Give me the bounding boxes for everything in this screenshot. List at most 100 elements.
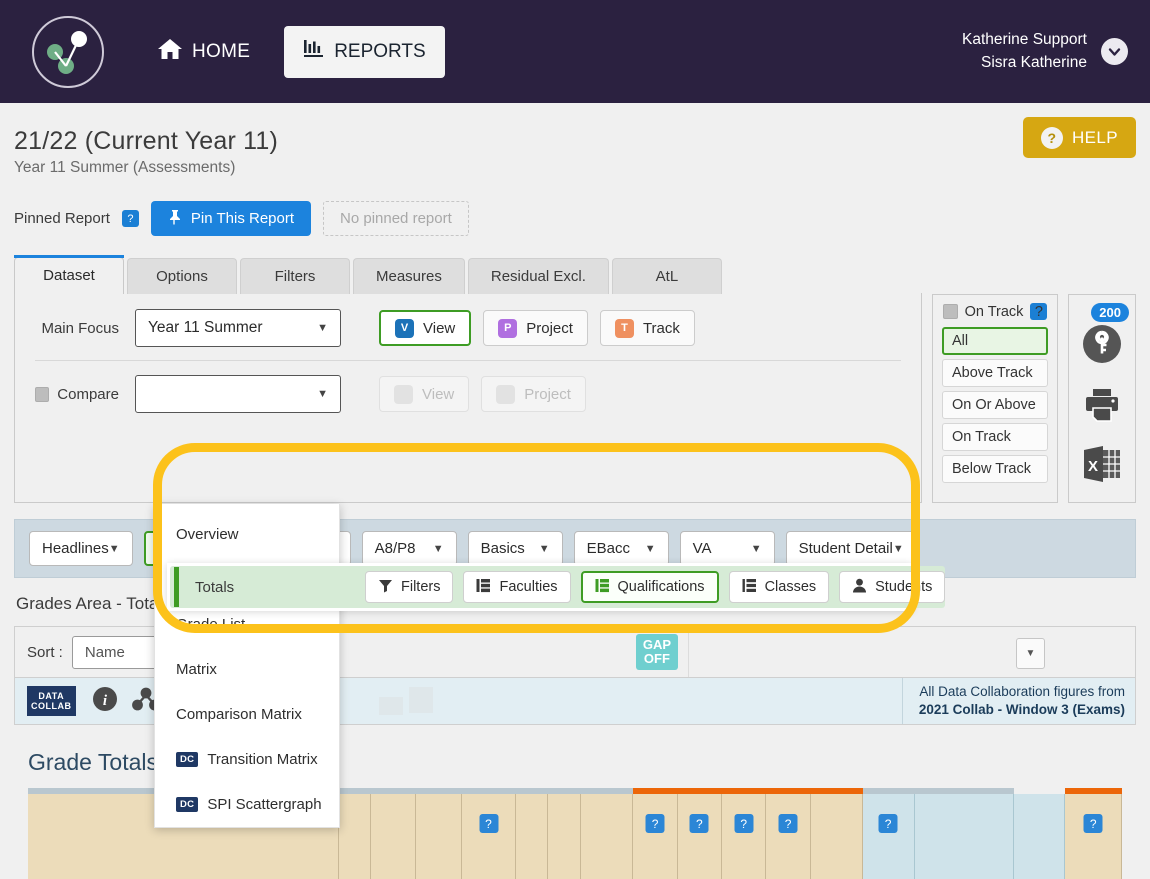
svg-text:X: X xyxy=(1088,458,1098,475)
dropdown-headlines[interactable]: Headlines ▼ xyxy=(29,531,133,566)
compare-select[interactable]: ▼ xyxy=(135,375,341,413)
pinned-help-icon[interactable]: ? xyxy=(121,210,139,227)
compare-label-wrap: Compare xyxy=(35,386,119,403)
on-track-option-all[interactable]: All xyxy=(942,327,1048,355)
tab-residual-excl[interactable]: Residual Excl. xyxy=(467,258,609,294)
sort-direction-button[interactable]: ▼ xyxy=(1016,638,1045,669)
menu-item-comparison-matrix[interactable]: Comparison Matrix xyxy=(155,692,339,737)
menu-item-label: Transition Matrix xyxy=(207,751,318,768)
table-column-header[interactable]: Points xyxy=(416,794,462,879)
dropdown-a8p8[interactable]: A8/P8 ▼ xyxy=(361,531,457,566)
on-track-option-above-track[interactable]: Above Track xyxy=(942,359,1048,387)
dc-tag-line1: DATA xyxy=(38,690,65,701)
tab-filters[interactable]: Filters xyxy=(240,258,350,294)
table-column-header[interactable]: ? xyxy=(461,794,517,879)
button-label: Classes xyxy=(764,579,817,595)
nav-home-label: HOME xyxy=(192,40,251,62)
dropdown-va[interactable]: VA ▼ xyxy=(679,531,775,566)
on-track-title: On Track xyxy=(964,303,1024,320)
table-column-header[interactable]: Grade xyxy=(371,794,417,879)
nav-reports[interactable]: REPORTS xyxy=(284,25,445,78)
classes-button[interactable]: Classes xyxy=(728,571,830,603)
dropdown-basics[interactable]: Basics ▼ xyxy=(467,531,563,566)
column-help-icon[interactable]: ? xyxy=(479,814,498,833)
option-label: Below Track xyxy=(952,461,1031,477)
chevron-down-icon[interactable] xyxy=(1101,38,1128,65)
column-help-icon[interactable]: ? xyxy=(878,814,898,833)
main-focus-row: Main Focus Year 11 Summer ▼ V View P Pro… xyxy=(35,309,901,347)
tab-dataset[interactable]: Dataset xyxy=(14,255,124,294)
sort-label: Sort : xyxy=(27,643,63,661)
track-label: Track xyxy=(642,319,680,337)
compare-project-label: Project xyxy=(524,385,571,403)
dropdown-ebacc[interactable]: EBacc ▼ xyxy=(573,531,669,566)
table-column-header[interactable]: ?On Track xyxy=(677,794,723,879)
excel-export-icon[interactable]: X xyxy=(1082,445,1122,488)
pinned-report-label: Pinned Report xyxy=(14,210,110,227)
menu-item-spi-scattergraph[interactable]: DC SPI Scattergraph xyxy=(155,782,339,827)
faculties-button[interactable]: Faculties xyxy=(463,571,571,603)
main-focus-select[interactable]: Year 11 Summer ▼ xyxy=(135,309,341,347)
on-track-option-on-track[interactable]: On Track xyxy=(942,423,1048,451)
track-button[interactable]: T Track xyxy=(599,310,695,346)
button-label: Filters xyxy=(401,579,441,595)
nav-home[interactable]: HOME xyxy=(157,37,250,67)
table-column-header[interactable]: Expected Diff (Sub) xyxy=(580,794,634,879)
help-question-icon: ? xyxy=(1040,126,1063,149)
table-column-header[interactable]: ?Above Track xyxy=(633,794,678,879)
column-help-icon[interactable]: ? xyxy=(734,814,754,833)
on-track-checkbox[interactable] xyxy=(942,304,958,319)
column-help-icon[interactable]: ? xyxy=(645,814,665,833)
compare-row: Compare ▼ View Project xyxy=(35,375,901,413)
tab-atl[interactable]: AtL xyxy=(611,258,722,294)
sisra-logo[interactable] xyxy=(32,15,104,88)
column-help-icon[interactable]: ? xyxy=(689,814,709,833)
project-button[interactable]: P Project xyxy=(483,310,588,346)
qualifications-button[interactable]: Qualifications xyxy=(580,571,719,603)
info-icon[interactable]: i xyxy=(92,686,118,717)
chevron-down-icon: ▼ xyxy=(317,322,328,334)
no-pinned-report: No pinned report xyxy=(323,201,469,236)
filters-button[interactable]: Filters xyxy=(365,571,454,603)
table-column-header[interactable] xyxy=(339,794,372,879)
table-column-header[interactable]: ?Basket xyxy=(1065,794,1122,879)
tab-measures[interactable]: Measures xyxy=(353,258,465,294)
table-column-header[interactable]: Coursework xyxy=(516,794,549,879)
menu-item-overview[interactable]: Overview xyxy=(155,512,339,557)
table-column-header[interactable]: ?Below Track xyxy=(766,794,811,879)
dropdown-student-detail[interactable]: Student Detail ▼ xyxy=(785,531,917,566)
table-column-header[interactable]: ?Progress Index xyxy=(862,794,915,879)
tab-options[interactable]: Options xyxy=(127,258,237,294)
on-track-option-below-track[interactable]: Below Track xyxy=(942,455,1048,483)
on-track-help-icon[interactable]: ? xyxy=(1030,303,1048,320)
table-column-header[interactable]: ? xyxy=(722,794,767,879)
on-track-option-on-or-above[interactable]: On Or Above xyxy=(942,391,1048,419)
tab-label: Residual Excl. xyxy=(490,268,586,285)
table-column-header[interactable]: Behaviour xyxy=(548,794,581,879)
table-column-header[interactable] xyxy=(914,794,1014,879)
menu-item-label: SPI Scattergraph xyxy=(207,796,322,813)
chevron-down-icon: ▼ xyxy=(108,542,120,555)
user-name-line1: Katherine Support xyxy=(962,31,1087,49)
menu-item-matrix[interactable]: Matrix xyxy=(155,647,339,692)
user-menu[interactable]: Katherine Support Sisra Katherine xyxy=(962,0,1128,103)
table-column-header[interactable]: On Track xyxy=(810,794,863,879)
view-button[interactable]: V View xyxy=(379,310,472,346)
menu-item-transition-matrix[interactable]: DC Transition Matrix xyxy=(155,737,339,782)
placeholder-block xyxy=(378,697,403,715)
gap-line2: OFF xyxy=(643,651,670,666)
button-label: Faculties xyxy=(499,579,558,595)
help-button[interactable]: ? HELP xyxy=(1022,117,1136,158)
column-help-icon[interactable]: ? xyxy=(1083,814,1103,833)
nav-reports-label: REPORTS xyxy=(334,40,426,62)
dc-chip-icon: DC xyxy=(176,797,199,812)
column-help-icon[interactable]: ? xyxy=(778,814,798,833)
pin-this-report-button[interactable]: Pin This Report xyxy=(150,201,312,236)
gap-toggle-button[interactable]: GAP OFF xyxy=(635,634,679,670)
table-column-header[interactable]: SPI xyxy=(1013,794,1066,879)
key-badge-icon[interactable] xyxy=(1081,323,1123,370)
printer-icon[interactable] xyxy=(1082,387,1122,428)
compare-checkbox[interactable] xyxy=(35,386,50,402)
dataset-panel: Main Focus Year 11 Summer ▼ V View P Pro… xyxy=(14,293,922,503)
students-button[interactable]: Students xyxy=(839,571,946,603)
